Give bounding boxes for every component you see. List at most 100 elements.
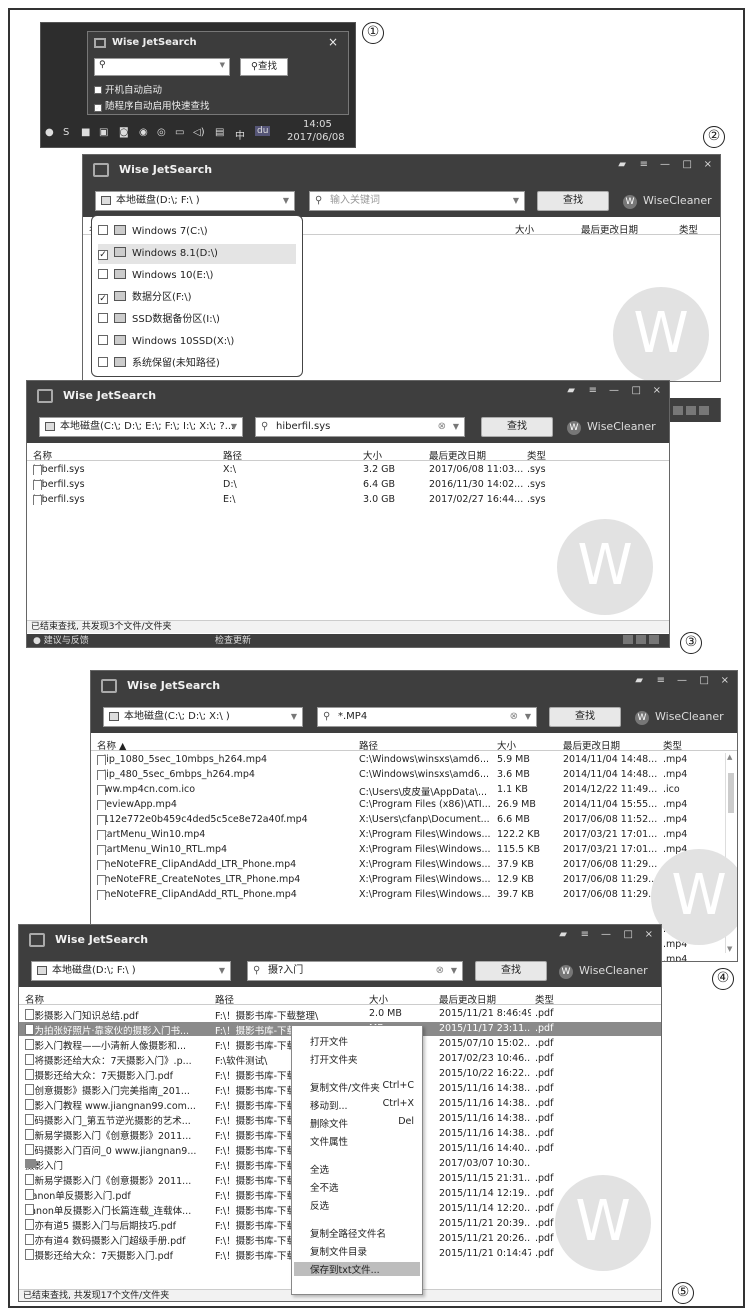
feedback-icon[interactable]: ▰ [635,675,643,686]
find-button[interactable]: 查找 [481,417,553,437]
message-icon[interactable]: ▤ [215,127,224,138]
tray-icon[interactable]: ■ [81,127,90,138]
close-icon[interactable]: × [704,159,712,170]
clear-icon[interactable]: ⊗ [436,962,444,980]
minimize-icon[interactable]: — [660,159,670,170]
find-button[interactable]: 查找 [475,961,547,981]
col-name[interactable]: 名称 [25,992,44,1006]
col-type[interactable]: 类型 [535,992,554,1006]
search-input[interactable]: ⚲ *.MP4 ⊗ ▼ [317,707,537,727]
minimize-icon[interactable]: — [601,929,611,940]
context-menu-item[interactable]: 删除文件 Del [310,1116,414,1130]
scroll-thumb[interactable] [728,773,734,813]
checkbox-icon[interactable] [98,357,108,367]
menu-icon[interactable]: ≡ [640,159,648,170]
context-menu-item[interactable]: 文件属性 [310,1134,414,1148]
col-name[interactable]: 名称 ▲ [97,738,126,752]
file-row[interactable]: Clip_1080_5sec_10mbps_h264.mp4 C:\Windows… [91,753,737,767]
file-row[interactable]: hiberfil.sys D:\ 6.4 GB 2016/11/30 14:02...… [27,478,669,492]
tray-icon[interactable]: ● [45,127,54,138]
tray-icon[interactable]: ◉ [139,127,148,138]
file-row[interactable]: hiberfil.sys X:\ 3.2 GB 2017/06/08 11:03...… [27,463,669,477]
maximize-icon[interactable]: □ [632,385,641,396]
clear-icon[interactable]: ⊗ [510,708,518,726]
quick-find-button[interactable]: ⚲查找 [240,58,288,76]
quick-search-input[interactable]: ⚲ ▼ [94,58,230,76]
checkbox-icon[interactable] [98,225,108,235]
check-update-link[interactable]: 检查更新 [215,634,251,647]
scroll-down-icon[interactable]: ▼ [727,945,732,953]
drive-option[interactable]: Windows 10SSD(X:\) [98,332,296,352]
menu-icon[interactable]: ≡ [657,675,665,686]
network-icon[interactable]: ▭ [175,127,184,138]
file-row[interactable]: PreviewApp.mp4 C:\Program Files (x86)\ATI… [91,798,737,812]
checkbox-icon[interactable] [94,86,102,94]
drive-option[interactable]: 系统保留(未知路径) [98,354,296,374]
context-menu-item[interactable]: 反选 [310,1198,414,1212]
volume-icon[interactable]: ◁) [193,127,205,138]
drive-selector[interactable]: 本地磁盘(C:\; D:\; E:\; F:\; I:\; X:\; ?... ▼ [39,417,243,437]
context-menu-item[interactable]: 移动到... Ctrl+X [310,1098,414,1112]
context-menu-item[interactable]: 全不选 [310,1180,414,1194]
context-menu-item[interactable]: 复制全路径文件名 [310,1226,414,1240]
col-size[interactable]: 大小 [497,738,516,752]
drive-selector[interactable]: 本地磁盘(C:\; D:\; X:\ ) ▼ [103,707,303,727]
maximize-icon[interactable]: □ [624,929,633,940]
tray-icon[interactable]: ▣ [99,127,108,138]
scroll-up-icon[interactable]: ▲ [727,753,732,761]
checkbox-checked-icon[interactable]: ✓ [94,104,102,112]
file-row[interactable]: 电影摄影入门知识总结.pdf F:\！摄影书库-下载整理\ 2.0 MB 2015/1… [19,1007,661,1022]
tray-icon[interactable]: ◎ [157,127,166,138]
mail-icon[interactable] [649,635,659,644]
minimize-icon[interactable]: — [609,385,619,396]
maximize-icon[interactable]: □ [700,675,709,686]
context-menu-item[interactable]: 复制文件目录 [310,1244,414,1258]
checkbox-checked-icon[interactable]: ✓ [98,294,108,304]
col-date[interactable]: 最后更改日期 [429,448,486,462]
facebook-icon[interactable] [673,406,683,415]
context-menu-item[interactable]: 保存到txt文件... [294,1262,420,1276]
col-type[interactable]: 类型 [527,448,546,462]
file-row[interactable]: 3112e772e0b459c4ded5c5ce8e72a40f.mp4 X:\U… [91,813,737,827]
col-path[interactable]: 路径 [215,992,234,1006]
find-button[interactable]: 查找 [549,707,621,727]
feedback-link[interactable]: ● 建议与反馈 [33,634,89,647]
feedback-icon[interactable]: ▰ [567,385,575,396]
file-row[interactable]: StartMenu_Win10.mp4 X:\Program Files\Wind… [91,828,737,842]
drive-option[interactable]: ✓ 数据分区(F:\) [98,288,296,308]
search-input[interactable]: ⚲ hiberfil.sys ⊗ ▼ [255,417,465,437]
drive-selector[interactable]: 本地磁盘(D:\; F:\ ) ▼ [95,191,295,211]
col-date[interactable]: 最后更改日期 [439,992,496,1006]
close-icon[interactable]: × [721,675,729,686]
close-icon[interactable]: × [653,385,661,396]
drive-option[interactable]: SSD数据备份区(I:\) [98,310,296,330]
checkbox-checked-icon[interactable]: ✓ [98,250,108,260]
find-button[interactable]: 查找 [537,191,609,211]
menu-icon[interactable]: ≡ [589,385,597,396]
feedback-icon[interactable]: ▰ [618,159,626,170]
dropdown-arrow-icon[interactable]: ▼ [220,61,225,69]
tray-s-icon[interactable]: S [63,127,69,138]
twitter-icon[interactable] [636,635,646,644]
close-icon[interactable]: × [328,35,338,49]
checkbox-icon[interactable] [98,269,108,279]
col-type[interactable]: 类型 [663,738,682,752]
drive-dropdown-list[interactable]: Windows 7(C:\) ✓ Windows 8.1(D:\) Windows 1… [91,215,303,377]
drive-option[interactable]: ✓ Windows 8.1(D:\) [98,244,296,264]
col-type[interactable]: 类型 [679,222,698,236]
drive-option[interactable]: Windows 7(C:\) [98,222,296,242]
tray-icon[interactable]: ◙ [119,127,129,138]
context-menu-item[interactable]: 打开文件夹 [310,1052,414,1066]
file-row[interactable]: OneNoteFRE_ClipAndAdd_RTL_Phone.mp4 X:\Pr… [91,888,737,902]
col-size[interactable]: 大小 [369,992,388,1006]
ime-indicator[interactable]: 中 [235,127,245,142]
clear-icon[interactable]: ⊗ [438,418,446,436]
drive-selector[interactable]: 本地磁盘(D:\; F:\ ) ▼ [31,961,231,981]
col-path[interactable]: 路径 [223,448,242,462]
option-autostart[interactable]: 开机自动启动 [94,82,162,96]
checkbox-icon[interactable] [98,313,108,323]
checkbox-icon[interactable] [98,335,108,345]
file-row[interactable]: www.mp4cn.com.ico C:\Users\皮皮量\AppData\..… [91,783,737,798]
file-row[interactable]: StartMenu_Win10_RTL.mp4 X:\Program Files\… [91,843,737,857]
file-row[interactable]: OneNoteFRE_CreateNotes_LTR_Phone.mp4 X:\P… [91,873,737,887]
